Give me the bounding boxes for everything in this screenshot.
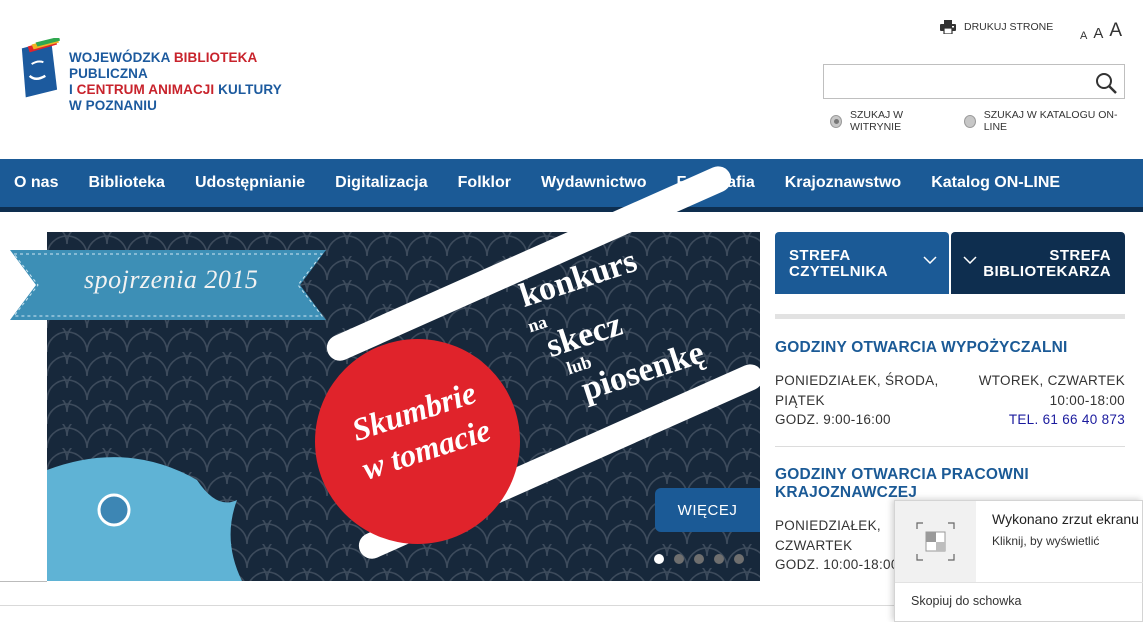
font-size-large[interactable]: A	[1109, 20, 1122, 42]
nav-item-wydawnictwo[interactable]: Wydawnictwo	[527, 174, 663, 192]
chevron-down-icon	[923, 256, 937, 264]
main-nav: O nas Biblioteka Udostępnianie Digitaliz…	[0, 159, 1143, 207]
section-divider	[775, 446, 1125, 447]
printer-icon	[940, 20, 956, 34]
nav-item-biblioteka[interactable]: Biblioteka	[74, 174, 180, 192]
nav-item-folklor[interactable]: Folklor	[444, 174, 527, 192]
search-box	[823, 64, 1125, 99]
nav-underline	[0, 207, 1143, 212]
regional-hours-title: GODZINY OTWARCIA PRACOWNI KRAJOZNAWCZEJ	[775, 466, 1029, 501]
nav-item-digitalizacja[interactable]: Digitalizacja	[321, 174, 443, 192]
book-face-icon	[21, 38, 61, 98]
font-size-switcher: A A A	[1080, 20, 1128, 42]
slider-dot[interactable]	[674, 554, 684, 564]
slider-dots	[654, 554, 754, 564]
copy-to-clipboard-button[interactable]: Skopiuj do schowka	[911, 594, 1021, 608]
nav-item-o-nas[interactable]: O nas	[0, 174, 74, 192]
search-scope: SZUKAJ W WITRYNIE SZUKAJ W KATALOGU ON-L…	[830, 109, 1143, 133]
phone-link[interactable]: TEL. 61 66 40 873	[960, 410, 1125, 430]
library-logo[interactable]: WOJEWÓDZKA BIBLIOTEKA PUBLICZNA I CENTRU…	[14, 38, 334, 113]
fish-illustration	[47, 457, 242, 581]
slider-baseline	[0, 581, 47, 582]
toast-title: Wykonano zrzut ekranu	[992, 511, 1139, 527]
nav-item-udostepnianie[interactable]: Udostępnianie	[181, 174, 321, 192]
lending-hours-left: PONIEDZIAŁEK, ŚRODA, PIĄTEK GODZ. 9:00-1…	[775, 373, 939, 427]
toast-subtitle: Kliknij, by wyświetlić	[992, 534, 1100, 548]
radio-dot	[830, 114, 842, 128]
librarian-zone-button[interactable]: STREFA BIBLIOTEKARZA	[951, 232, 1125, 294]
chevron-down-icon	[963, 256, 977, 264]
search-catalog-radio[interactable]: SZUKAJ W KATALOGU ON-LINE	[963, 109, 1126, 133]
footer-divider	[0, 605, 895, 606]
font-size-small[interactable]: A	[1080, 30, 1087, 42]
font-size-medium[interactable]: A	[1093, 25, 1103, 42]
section-divider	[775, 314, 1125, 319]
search-site-radio[interactable]: SZUKAJ W WITRYNIE	[830, 109, 947, 133]
nav-item-katalog-online[interactable]: Katalog ON-LINE	[917, 174, 1076, 192]
lending-hours-right: WTOREK, CZWARTEK 10:00-18:00 TEL. 61 66 …	[960, 371, 1125, 430]
slider-dot[interactable]	[714, 554, 724, 564]
slider-dot[interactable]	[654, 554, 664, 564]
radio-dot	[963, 114, 976, 128]
print-label: DRUKUJ STRONE	[964, 21, 1054, 33]
screenshot-icon	[916, 522, 955, 561]
radio-label: SZUKAJ W KATALOGU ON-LINE	[983, 109, 1118, 133]
print-page-link[interactable]: DRUKUJ STRONE	[940, 20, 1053, 34]
slider-dot[interactable]	[734, 554, 744, 564]
screenshot-notification[interactable]: Wykonano zrzut ekranu Kliknij, by wyświe…	[894, 500, 1143, 622]
radio-label: SZUKAJ W WITRYNIE	[849, 109, 904, 133]
search-input[interactable]	[824, 65, 1084, 98]
ribbon-text: spojrzenia 2015	[84, 265, 259, 294]
page: WOJEWÓDZKA BIBLIOTEKA PUBLICZNA I CENTRU…	[0, 0, 1143, 622]
nav-item-krajoznawstwo[interactable]: Krajoznawstwo	[771, 174, 917, 192]
toast-thumbnail	[895, 501, 976, 582]
slider-dot[interactable]	[694, 554, 704, 564]
logo-text: WOJEWÓDZKA BIBLIOTEKA PUBLICZNA I CENTRU…	[68, 50, 282, 113]
reader-zone-button[interactable]: STREFA CZYTELNIKA	[775, 232, 949, 294]
lending-hours-title: GODZINY OTWARCIA WYPOŻYCZALNI	[775, 339, 1068, 356]
toast-divider	[895, 582, 1143, 583]
more-button[interactable]: WIĘCEJ	[655, 488, 760, 532]
search-icon[interactable]	[1094, 71, 1118, 95]
regional-hours-left: PONIEDZIAŁEK, CZWARTEK GODZ. 10:00-18:00	[775, 518, 899, 572]
